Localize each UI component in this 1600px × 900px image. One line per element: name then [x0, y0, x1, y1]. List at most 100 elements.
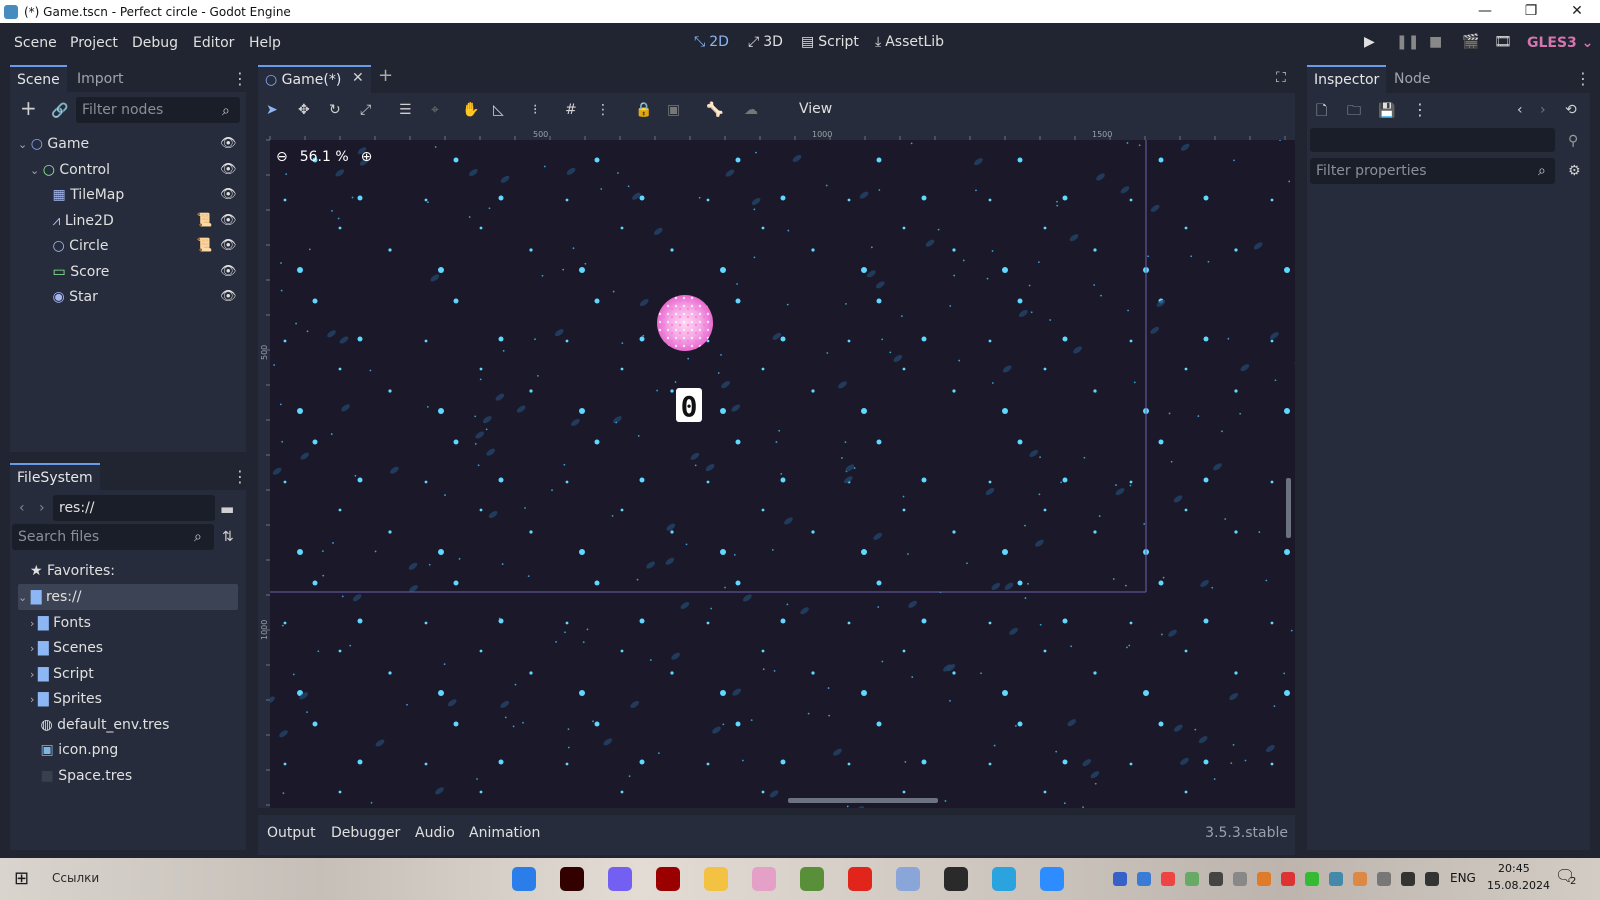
- fs-item[interactable]: › ▇ Fonts: [30, 610, 91, 636]
- pivot-tool-icon[interactable]: ⌖: [431, 102, 439, 118]
- scale-tool-icon[interactable]: ⤢: [360, 102, 371, 118]
- minimize-button[interactable]: —: [1462, 0, 1508, 23]
- tab-filesystem[interactable]: FileSystem: [10, 463, 100, 491]
- expand-chevron-icon[interactable]: ⌄: [30, 164, 43, 177]
- network-icon[interactable]: [1425, 872, 1439, 886]
- play-scene-icon[interactable]: 🎬: [1462, 34, 1479, 50]
- mode-3d-button[interactable]: ⤢ 3D: [748, 34, 783, 50]
- link-instance-icon[interactable]: 🔗: [51, 103, 68, 119]
- folder-chevron-icon[interactable]: ›: [30, 668, 38, 681]
- play-custom-scene-icon[interactable]: 🎞: [1494, 34, 1512, 50]
- play-icon[interactable]: ▶: [1364, 34, 1375, 50]
- canvas-viewport[interactable]: 500 1000 1500 500 1000 0 ⊖ 56.1 % ⊕: [258, 128, 1295, 808]
- menu-debug[interactable]: Debug: [132, 35, 178, 51]
- obs-icon[interactable]: [944, 867, 968, 891]
- folder-chevron-icon[interactable]: ›: [30, 642, 38, 655]
- visibility-eye-icon[interactable]: 👁: [220, 136, 237, 151]
- snap-options-icon[interactable]: ⋮: [596, 102, 610, 118]
- close-tab-icon[interactable]: ✕: [352, 70, 364, 86]
- bones-icon[interactable]: 🦴: [706, 102, 723, 118]
- tab-debugger[interactable]: Debugger: [331, 825, 400, 841]
- scene-node-score[interactable]: ▭ Score: [42, 259, 110, 285]
- illustrator-icon[interactable]: [560, 867, 584, 891]
- add-node-icon[interactable]: +: [20, 98, 37, 118]
- tray-icon-1[interactable]: [1113, 872, 1127, 886]
- expand-chevron-icon[interactable]: ⌄: [18, 138, 31, 151]
- language-indicator[interactable]: ENG: [1450, 871, 1476, 885]
- pan-tool-icon[interactable]: ✋: [462, 102, 479, 118]
- back-arrow-icon[interactable]: ‹: [19, 500, 25, 516]
- menu-project[interactable]: Project: [70, 35, 118, 51]
- zoom-level[interactable]: 56.1 %: [300, 149, 349, 165]
- renderer-select[interactable]: GLES3 ⌄: [1527, 35, 1593, 51]
- fs-item[interactable]: › ▇ Scenes: [30, 635, 103, 661]
- tab-audio[interactable]: Audio: [415, 825, 455, 841]
- tab-inspector[interactable]: Inspector: [1307, 65, 1387, 93]
- visibility-eye-icon[interactable]: 👁: [220, 187, 237, 202]
- tab-output[interactable]: Output: [267, 825, 316, 841]
- tray-icon-6[interactable]: [1233, 872, 1247, 886]
- open-resource-icon[interactable]: 🗀: [1347, 103, 1361, 119]
- forward-arrow-icon[interactable]: ›: [39, 500, 45, 516]
- property-options-icon[interactable]: ⚙: [1568, 163, 1581, 179]
- group-icon[interactable]: ▣: [667, 102, 680, 118]
- app-icon[interactable]: [512, 867, 536, 891]
- tray-icon-5[interactable]: [1209, 872, 1223, 886]
- telegram-icon[interactable]: [992, 867, 1016, 891]
- animate-icon[interactable]: [656, 867, 680, 891]
- tab-animation[interactable]: Animation: [469, 825, 540, 841]
- menu-scene[interactable]: Scene: [14, 35, 57, 51]
- favorites-row[interactable]: ★ Favorites:: [30, 558, 115, 584]
- clock-time[interactable]: 20:45: [1498, 862, 1530, 875]
- object-properties-icon[interactable]: ⚲: [1568, 133, 1578, 149]
- discord-icon[interactable]: [896, 867, 920, 891]
- restore-button[interactable]: ❐: [1508, 0, 1554, 23]
- vertical-scrollbar[interactable]: [1286, 478, 1291, 538]
- folder-chevron-icon[interactable]: ›: [30, 693, 38, 706]
- move-tool-icon[interactable]: ✥: [298, 102, 310, 118]
- visibility-eye-icon[interactable]: 👁: [220, 264, 237, 279]
- close-window-button[interactable]: ✕: [1554, 0, 1600, 23]
- windows-start-icon[interactable]: ⊞: [14, 868, 29, 889]
- select-tool-icon[interactable]: ➤: [266, 102, 278, 118]
- scene-node-control[interactable]: ⌄ ○ Control: [30, 157, 110, 183]
- menu-editor[interactable]: Editor: [193, 35, 234, 51]
- scene-dock-menu-icon[interactable]: ⋮: [232, 69, 248, 88]
- new-resource-icon[interactable]: 🗋: [1316, 103, 1327, 119]
- tab-node[interactable]: Node: [1387, 65, 1438, 93]
- smart-snap-icon[interactable]: ⁝: [533, 102, 537, 118]
- fs-item[interactable]: ⌄ ▇ res://: [18, 584, 238, 610]
- visibility-eye-icon[interactable]: 👁: [220, 213, 237, 228]
- filesystem-menu-icon[interactable]: ⋮: [232, 467, 248, 486]
- zoom-icon[interactable]: [1040, 867, 1064, 891]
- tray-icon-2[interactable]: [1137, 872, 1151, 886]
- tray-icon-10[interactable]: [1329, 872, 1343, 886]
- search-files-input[interactable]: Search files: [12, 524, 214, 550]
- attached-script-icon[interactable]: 📜: [196, 238, 212, 253]
- visibility-eye-icon[interactable]: 👁: [220, 289, 237, 304]
- horizontal-scrollbar[interactable]: [788, 798, 938, 803]
- mode-script-button[interactable]: ▤ Script: [801, 34, 859, 50]
- taskbar-search[interactable]: Ссылки: [52, 871, 99, 885]
- scene-node-circle[interactable]: ○ Circle: [42, 233, 109, 259]
- tab-import[interactable]: Import: [70, 65, 130, 93]
- mode-2d-button[interactable]: ⤡ 2D: [694, 34, 729, 50]
- fs-item[interactable]: ◍ default_env.tres: [30, 712, 170, 738]
- ruler-tool-icon[interactable]: ◺: [493, 102, 504, 118]
- lock-icon[interactable]: 🔒: [635, 102, 652, 118]
- grid-snap-icon[interactable]: #: [565, 102, 577, 118]
- visibility-eye-icon[interactable]: 👁: [220, 238, 237, 253]
- viber-icon[interactable]: [608, 867, 632, 891]
- save-resource-icon[interactable]: 💾: [1378, 103, 1395, 119]
- list-select-icon[interactable]: ☰: [399, 102, 412, 118]
- history-icon[interactable]: ⟲: [1565, 102, 1577, 118]
- browser-icon[interactable]: [752, 867, 776, 891]
- filter-nodes-input[interactable]: Filter nodes: [76, 97, 240, 123]
- visibility-eye-icon[interactable]: 👁: [220, 162, 237, 177]
- volume-icon[interactable]: [1401, 872, 1415, 886]
- zoom-in-icon[interactable]: ⊕: [361, 149, 373, 165]
- skeleton-icon[interactable]: ☁: [744, 102, 758, 118]
- tray-icon-4[interactable]: [1185, 872, 1199, 886]
- folder-chevron-icon[interactable]: ⌄: [18, 591, 31, 604]
- distraction-free-icon[interactable]: ⛶: [1276, 70, 1286, 86]
